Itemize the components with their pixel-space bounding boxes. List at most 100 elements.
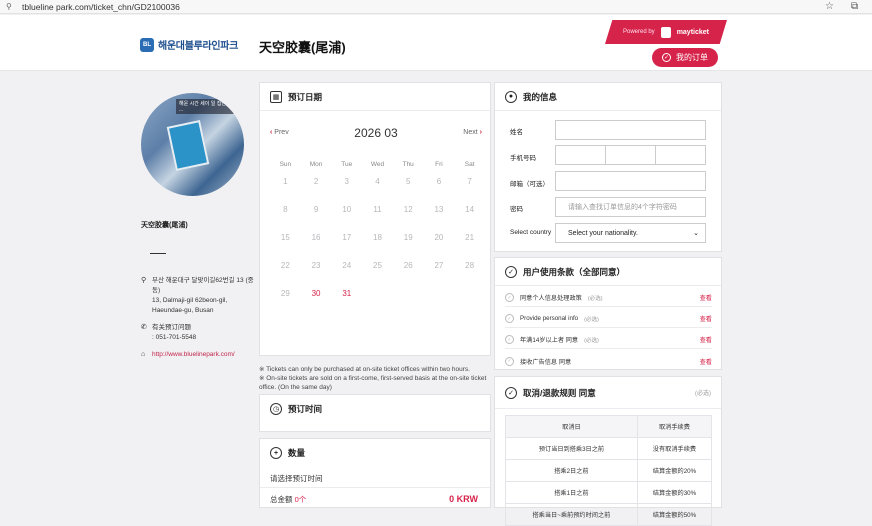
site-logo[interactable]: BL 해운대블루라인파크 — [140, 37, 238, 52]
calendar-day: 13 — [434, 205, 444, 214]
weekday-label: Fri — [435, 161, 443, 168]
bookmark-star-icon[interactable]: ☆ — [825, 1, 834, 12]
weekday-label: Mon — [309, 161, 323, 168]
plus-circle-icon: + — [270, 447, 282, 459]
total-label-row: 总金额 0个 — [270, 494, 306, 505]
chevron-right-icon: › — [479, 129, 482, 136]
calendar-title: 预订日期 — [288, 91, 323, 102]
term-view-link[interactable]: 查看 — [700, 357, 712, 366]
mayticket-logo-icon — [660, 26, 671, 38]
password-label: 密码 — [510, 206, 523, 213]
term-required: (必选) — [584, 337, 599, 344]
booking-time-card: ◷ 预订时间 — [259, 394, 491, 432]
calendar-day: 26 — [403, 261, 413, 270]
check-circle-icon[interactable]: ✓ — [505, 335, 514, 344]
name-field[interactable] — [555, 120, 706, 140]
table-header: 取消日 — [505, 415, 638, 438]
calendar-day: 24 — [342, 261, 352, 270]
logo-text: 해운대블루라인파크 — [158, 41, 239, 52]
phone-row: ✆ 有关预订问题 : 051-701-5548 — [141, 323, 196, 343]
term-view-link[interactable]: 查看 — [700, 335, 712, 344]
refund-table: 取消日 取消手续费 预订当日到搭乘3日之前 没有取消手续费 搭乘2日之前 结算金… — [505, 415, 713, 526]
terms-header[interactable]: ✓ 用户使用条款（全部同意） — [495, 258, 721, 286]
calendar-day: 10 — [342, 205, 352, 214]
table-cell: 搭乘2日之前 — [505, 459, 638, 482]
email-label: 邮箱（可选） — [510, 181, 549, 188]
calendar-day: 7 — [467, 177, 472, 186]
calendar-day-available[interactable]: 30 — [301, 287, 332, 315]
check-circle-icon: ✓ — [505, 265, 517, 278]
phone-field[interactable] — [555, 145, 706, 165]
quantity-card: + 数量 请选择预订时间 总金额 0个 0 KRW — [259, 438, 491, 508]
check-circle-icon[interactable]: ✓ — [505, 293, 514, 302]
country-label: Select country — [510, 229, 552, 236]
calendar-day: 14 — [465, 205, 475, 214]
calendar-day: 4 — [375, 177, 380, 186]
extensions-icon[interactable]: ⧉ — [851, 1, 858, 12]
booking-time-header[interactable]: ◷ 预订时间 — [260, 395, 490, 423]
booking-time-title: 预订时间 — [288, 404, 323, 414]
url-text[interactable]: tblueline park.com/ticket_chn/GD2100036 — [22, 2, 180, 12]
term-item[interactable]: ✓ 同意个人信息处理政策 (必选) 查看 — [505, 289, 712, 307]
page-title: 天空胶囊(尾浦) — [259, 40, 346, 55]
country-value: Select your nationality. — [568, 229, 638, 237]
user-icon: ● — [505, 90, 517, 103]
term-item[interactable]: ✓ Provide personal info (必选) 查看 — [505, 310, 712, 328]
table-header-row: 取消日 取消手续费 — [505, 415, 713, 438]
my-info-title: 我的信息 — [523, 91, 558, 102]
address-english: 13, Dalmaji-gil 62beon-gil, Haeundae-gu,… — [152, 297, 228, 314]
email-field[interactable] — [555, 171, 706, 191]
calendar-day: 23 — [311, 261, 321, 270]
next-month-button[interactable]: Next › — [463, 129, 482, 136]
table-header: 取消手续费 — [636, 415, 713, 438]
calendar-day: 16 — [311, 233, 321, 242]
note-item: ※ Tickets can only be purchased at on-si… — [259, 366, 470, 373]
term-item[interactable]: ✓ 接收广告信息 同意 查看 — [505, 352, 712, 370]
calendar-day: 3 — [344, 177, 349, 186]
term-view-link[interactable]: 查看 — [700, 314, 712, 323]
quantity-title: 数量 — [288, 448, 306, 458]
calendar-day: 17 — [342, 233, 352, 242]
password-field[interactable]: 请输入查找订单信息的4个字符密码 — [555, 197, 706, 217]
term-required: (必选) — [587, 295, 603, 302]
site-info-icon[interactable]: ⚲ — [6, 2, 12, 11]
my-order-button[interactable]: ✓ 我的订单 — [652, 48, 718, 67]
term-view-link[interactable]: 查看 — [700, 293, 712, 302]
phone-part-2[interactable] — [606, 146, 656, 164]
country-select[interactable]: Select your nationality. ⌄ — [555, 223, 706, 243]
table-cell: 搭乘1日之前 — [505, 481, 638, 504]
quantity-hint: 请选择预订时间 — [270, 474, 323, 483]
term-item[interactable]: ✓ 年满14岁以上者 同意 (必选) 查看 — [505, 331, 712, 349]
check-circle-icon[interactable]: ✓ — [505, 356, 514, 366]
refund-header[interactable]: ✓ 取消/退款规则 同意 (必选) — [495, 377, 721, 409]
location-pin-icon: ⚲ — [141, 277, 147, 284]
phone-part-1[interactable] — [556, 146, 606, 164]
address-korean: 부산 해운대구 달맞이길62번길 13 (중동) — [152, 277, 254, 294]
calendar-day: 12 — [403, 205, 413, 214]
quantity-header: + 数量 — [260, 439, 490, 467]
website-link[interactable]: http://www.bluelinepark.com/ — [152, 350, 235, 360]
term-label: 同意个人信息处理政策 — [520, 295, 582, 302]
table-row: 搭乘1日之前 结算金额的30% — [505, 481, 713, 504]
home-icon: ⌂ — [141, 351, 146, 358]
calendar-day: 25 — [373, 261, 382, 270]
calendar-day: 20 — [434, 233, 444, 242]
calendar-day: 11 — [373, 205, 382, 214]
table-cell: 结算金额的30% — [636, 481, 713, 504]
terms-card: ✓ 用户使用条款（全部同意） ✓ 同意个人信息处理政策 (必选) 查看 ✓ Pr… — [494, 257, 722, 370]
check-circle-icon: ✓ — [505, 386, 517, 399]
divider — [150, 253, 166, 254]
calendar-day-available[interactable]: 31 — [331, 287, 362, 315]
table-cell: 没有取消手续费 — [636, 437, 713, 460]
table-cell: 结算金额的20% — [636, 459, 713, 482]
calendar-day: 28 — [465, 261, 475, 270]
address-row: ⚲ 부산 해운대구 달맞이길62번길 13 (중동) 13, Dalmaji-g… — [141, 276, 254, 316]
calendar-nav: ‹ Prev 2026 03 Next › — [260, 123, 492, 143]
powered-by-banner: Powered by mayticket — [605, 20, 727, 44]
browser-address-bar[interactable]: ⚲ tblueline park.com/ticket_chn/GD210003… — [0, 0, 872, 14]
name-label: 姓名 — [510, 129, 523, 136]
calendar-day: 8 — [283, 205, 288, 214]
check-circle-icon[interactable]: ✓ — [505, 314, 514, 323]
calendar-day: 1 — [283, 177, 288, 186]
term-required: (必选) — [584, 316, 599, 323]
